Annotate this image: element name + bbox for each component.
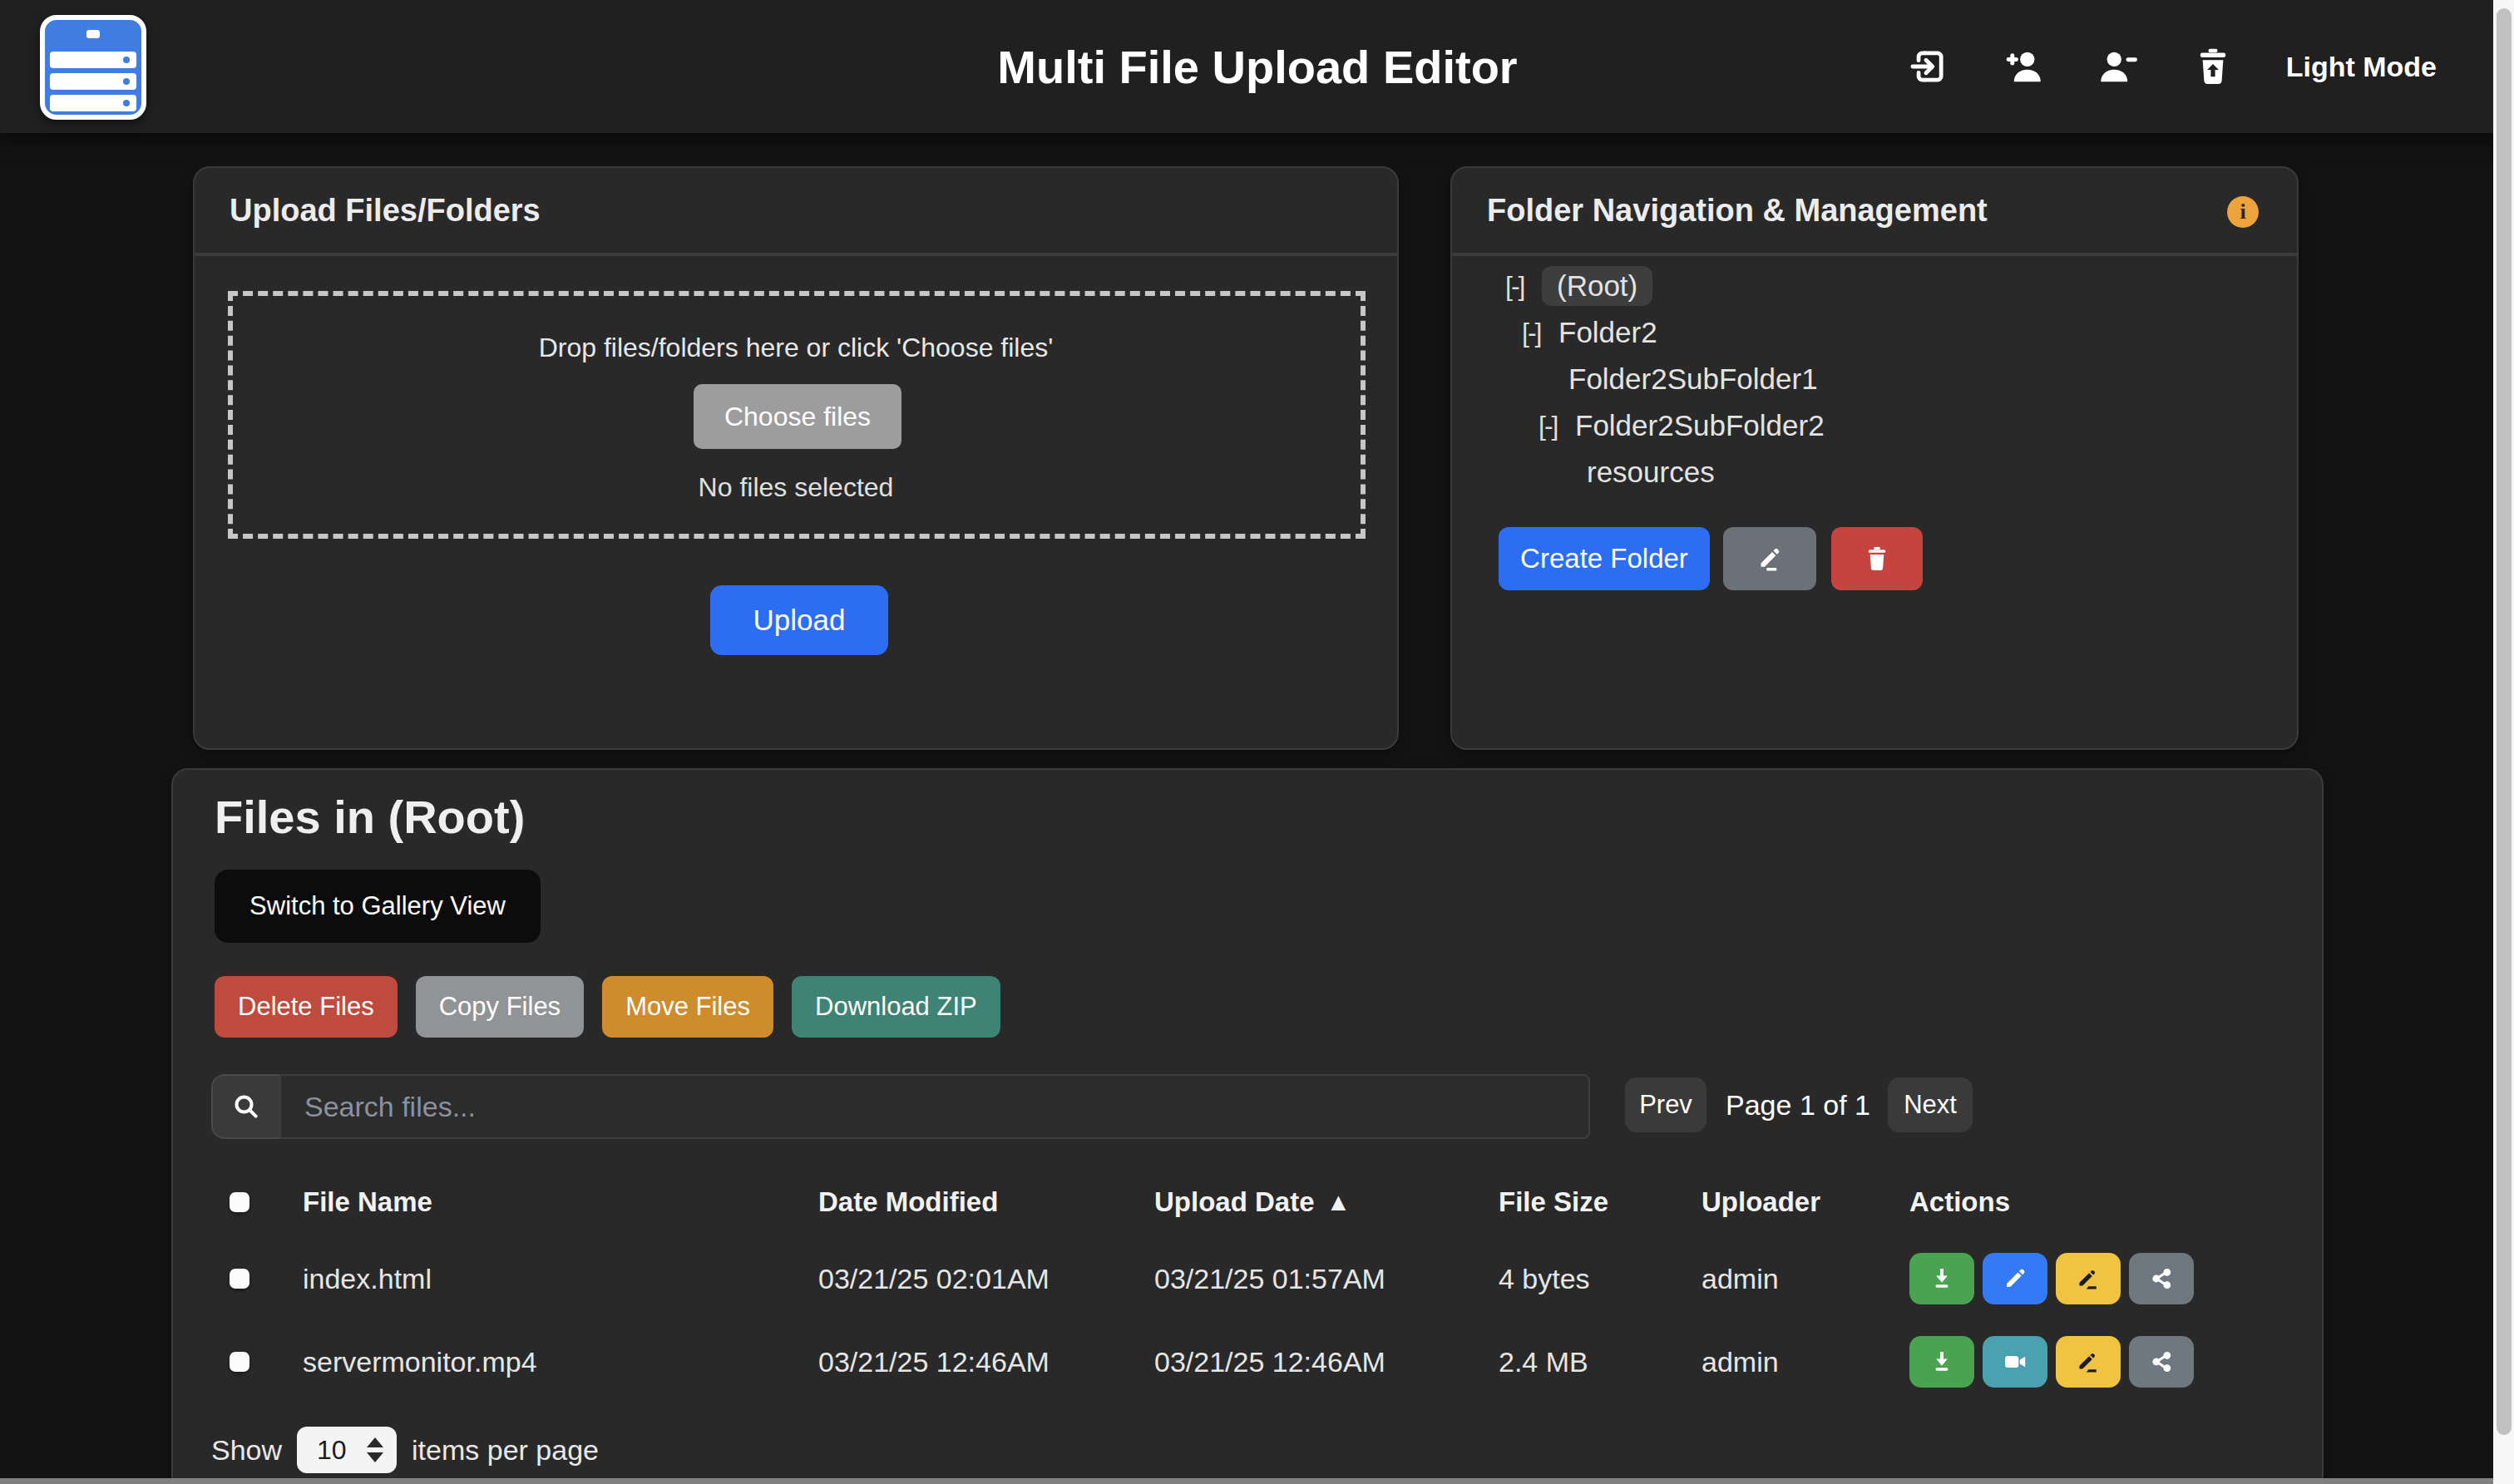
file-size: 4 bytes: [1499, 1237, 1590, 1320]
column-header-upload-date[interactable]: Upload Date ▲: [1154, 1164, 1351, 1240]
folder-tree-item[interactable]: Folder2SubFolder1: [1452, 356, 2297, 402]
trash-restore-icon[interactable]: [2191, 45, 2235, 88]
sort-ascending-icon: ▲: [1326, 1188, 1351, 1216]
column-header-file-size[interactable]: File Size: [1499, 1164, 1608, 1240]
no-files-selected-text: No files selected: [195, 472, 1397, 503]
folder-panel-header: Folder Navigation & Management i: [1452, 168, 2297, 256]
upload-panel: Upload Files/Folders Drop files/folders …: [193, 166, 1399, 750]
items-per-page-control: Show 10 items per page: [211, 1427, 599, 1473]
folder-name[interactable]: Folder2: [1558, 316, 1657, 349]
upload-button[interactable]: Upload: [710, 585, 888, 655]
switch-to-gallery-view-button[interactable]: Switch to Gallery View: [215, 870, 541, 943]
folder-tree-item[interactable]: [-] Folder2SubFolder2: [1452, 402, 2297, 449]
uploader: admin: [1702, 1320, 1779, 1403]
top-bar: Multi File Upload Editor: [0, 0, 2514, 133]
folder-name[interactable]: Folder2SubFolder2: [1575, 409, 1825, 442]
column-header-uploader[interactable]: Uploader: [1702, 1164, 1820, 1240]
upload-date: 03/21/25 12:46AM: [1154, 1320, 1385, 1403]
download-action-button[interactable]: [1909, 1253, 1974, 1304]
choose-files-button[interactable]: Choose files: [694, 384, 901, 449]
info-icon[interactable]: i: [2227, 196, 2259, 228]
share-action-button[interactable]: [2129, 1336, 2194, 1388]
folder-name[interactable]: Folder2SubFolder1: [1568, 362, 1818, 396]
search-icon: [211, 1074, 279, 1139]
show-label: Show: [211, 1434, 282, 1467]
delete-folder-button[interactable]: [1831, 527, 1923, 590]
light-mode-toggle[interactable]: Light Mode: [2286, 51, 2437, 83]
collapse-toggle[interactable]: [-]: [1539, 411, 1557, 441]
table-header-row: File Name Date Modified Upload Date ▲ Fi…: [173, 1164, 2322, 1240]
folder-tree-item[interactable]: [-] (Root): [1452, 263, 2297, 309]
row-actions: [1909, 1237, 2202, 1320]
table-row: index.html 03/21/25 02:01AM 03/21/25 01:57…: [173, 1237, 2322, 1320]
row-checkbox[interactable]: [230, 1352, 249, 1372]
folder-name[interactable]: resources: [1587, 456, 1715, 489]
create-folder-button[interactable]: Create Folder: [1499, 527, 1710, 590]
column-header-actions: Actions: [1909, 1164, 2010, 1240]
items-per-page-stepper[interactable]: 10: [297, 1427, 397, 1473]
add-user-icon[interactable]: [2002, 45, 2045, 88]
download-zip-button[interactable]: Download ZIP: [792, 976, 1000, 1038]
uploader: admin: [1702, 1237, 1779, 1320]
vertical-scrollbar[interactable]: [2493, 0, 2514, 1484]
folder-name[interactable]: (Root): [1542, 266, 1652, 306]
download-action-button[interactable]: [1909, 1336, 1974, 1388]
row-actions: [1909, 1320, 2202, 1403]
collapse-toggle[interactable]: [-]: [1522, 318, 1540, 348]
bulk-actions-row: Delete Files Copy Files Move Files Download…: [215, 976, 1000, 1038]
rename-pencil-action-button[interactable]: [2056, 1336, 2121, 1388]
file-name: index.html: [303, 1237, 432, 1320]
files-panel-title: Files in (Root): [215, 790, 525, 844]
horizontal-scrollbar[interactable]: [0, 1478, 2493, 1484]
folder-tree: [-](Root)[-]Folder2Folder2SubFolder1[-]F…: [1452, 263, 2297, 495]
next-page-button[interactable]: Next: [1888, 1077, 1973, 1132]
page-indicator: Page 1 of 1: [1723, 1077, 1873, 1132]
date-modified: 03/21/25 12:46AM: [818, 1320, 1050, 1403]
date-modified: 03/21/25 02:01AM: [818, 1237, 1050, 1320]
column-header-file-name[interactable]: File Name: [303, 1164, 432, 1240]
prev-page-button[interactable]: Prev: [1625, 1077, 1706, 1132]
file-name: servermonitor.mp4: [303, 1320, 537, 1403]
video-action-button[interactable]: [1983, 1336, 2047, 1388]
files-panel: Files in (Root) Switch to Gallery View D…: [171, 768, 2324, 1484]
remove-user-icon[interactable]: [2097, 45, 2140, 88]
select-all-checkbox[interactable]: [230, 1192, 249, 1212]
edit-pencil-action-button[interactable]: [1983, 1253, 2047, 1304]
copy-files-button[interactable]: Copy Files: [416, 976, 584, 1038]
logout-icon[interactable]: [1907, 45, 1950, 88]
collapse-toggle[interactable]: [-]: [1505, 271, 1524, 302]
dropzone-instructions: Drop files/folders here or click 'Choose…: [195, 333, 1397, 363]
rename-folder-button[interactable]: [1723, 527, 1816, 590]
share-action-button[interactable]: [2129, 1253, 2194, 1304]
table-row: servermonitor.mp4 03/21/25 12:46AM 03/21/2…: [173, 1320, 2322, 1403]
search-input[interactable]: [279, 1074, 1590, 1139]
vertical-scrollbar-thumb[interactable]: [2497, 8, 2512, 1435]
folder-navigation-panel: Folder Navigation & Management i [-](Roo…: [1450, 166, 2299, 750]
folder-tree-item[interactable]: [-] Folder2: [1452, 309, 2297, 356]
multi-file-upload-editor-app: Multi File Upload Editor: [0, 0, 2514, 1484]
row-checkbox[interactable]: [230, 1269, 249, 1289]
upload-panel-title: Upload Files/Folders: [195, 168, 1397, 256]
file-size: 2.4 MB: [1499, 1320, 1588, 1403]
column-header-date-modified[interactable]: Date Modified: [818, 1164, 998, 1240]
upload-date: 03/21/25 01:57AM: [1154, 1237, 1385, 1320]
rename-pencil-action-button[interactable]: [2056, 1253, 2121, 1304]
items-per-page-label: items per page: [412, 1434, 599, 1467]
delete-files-button[interactable]: Delete Files: [215, 976, 398, 1038]
folder-tree-item[interactable]: resources: [1452, 449, 2297, 495]
folder-panel-title: Folder Navigation & Management: [1487, 193, 1988, 229]
move-files-button[interactable]: Move Files: [602, 976, 773, 1038]
